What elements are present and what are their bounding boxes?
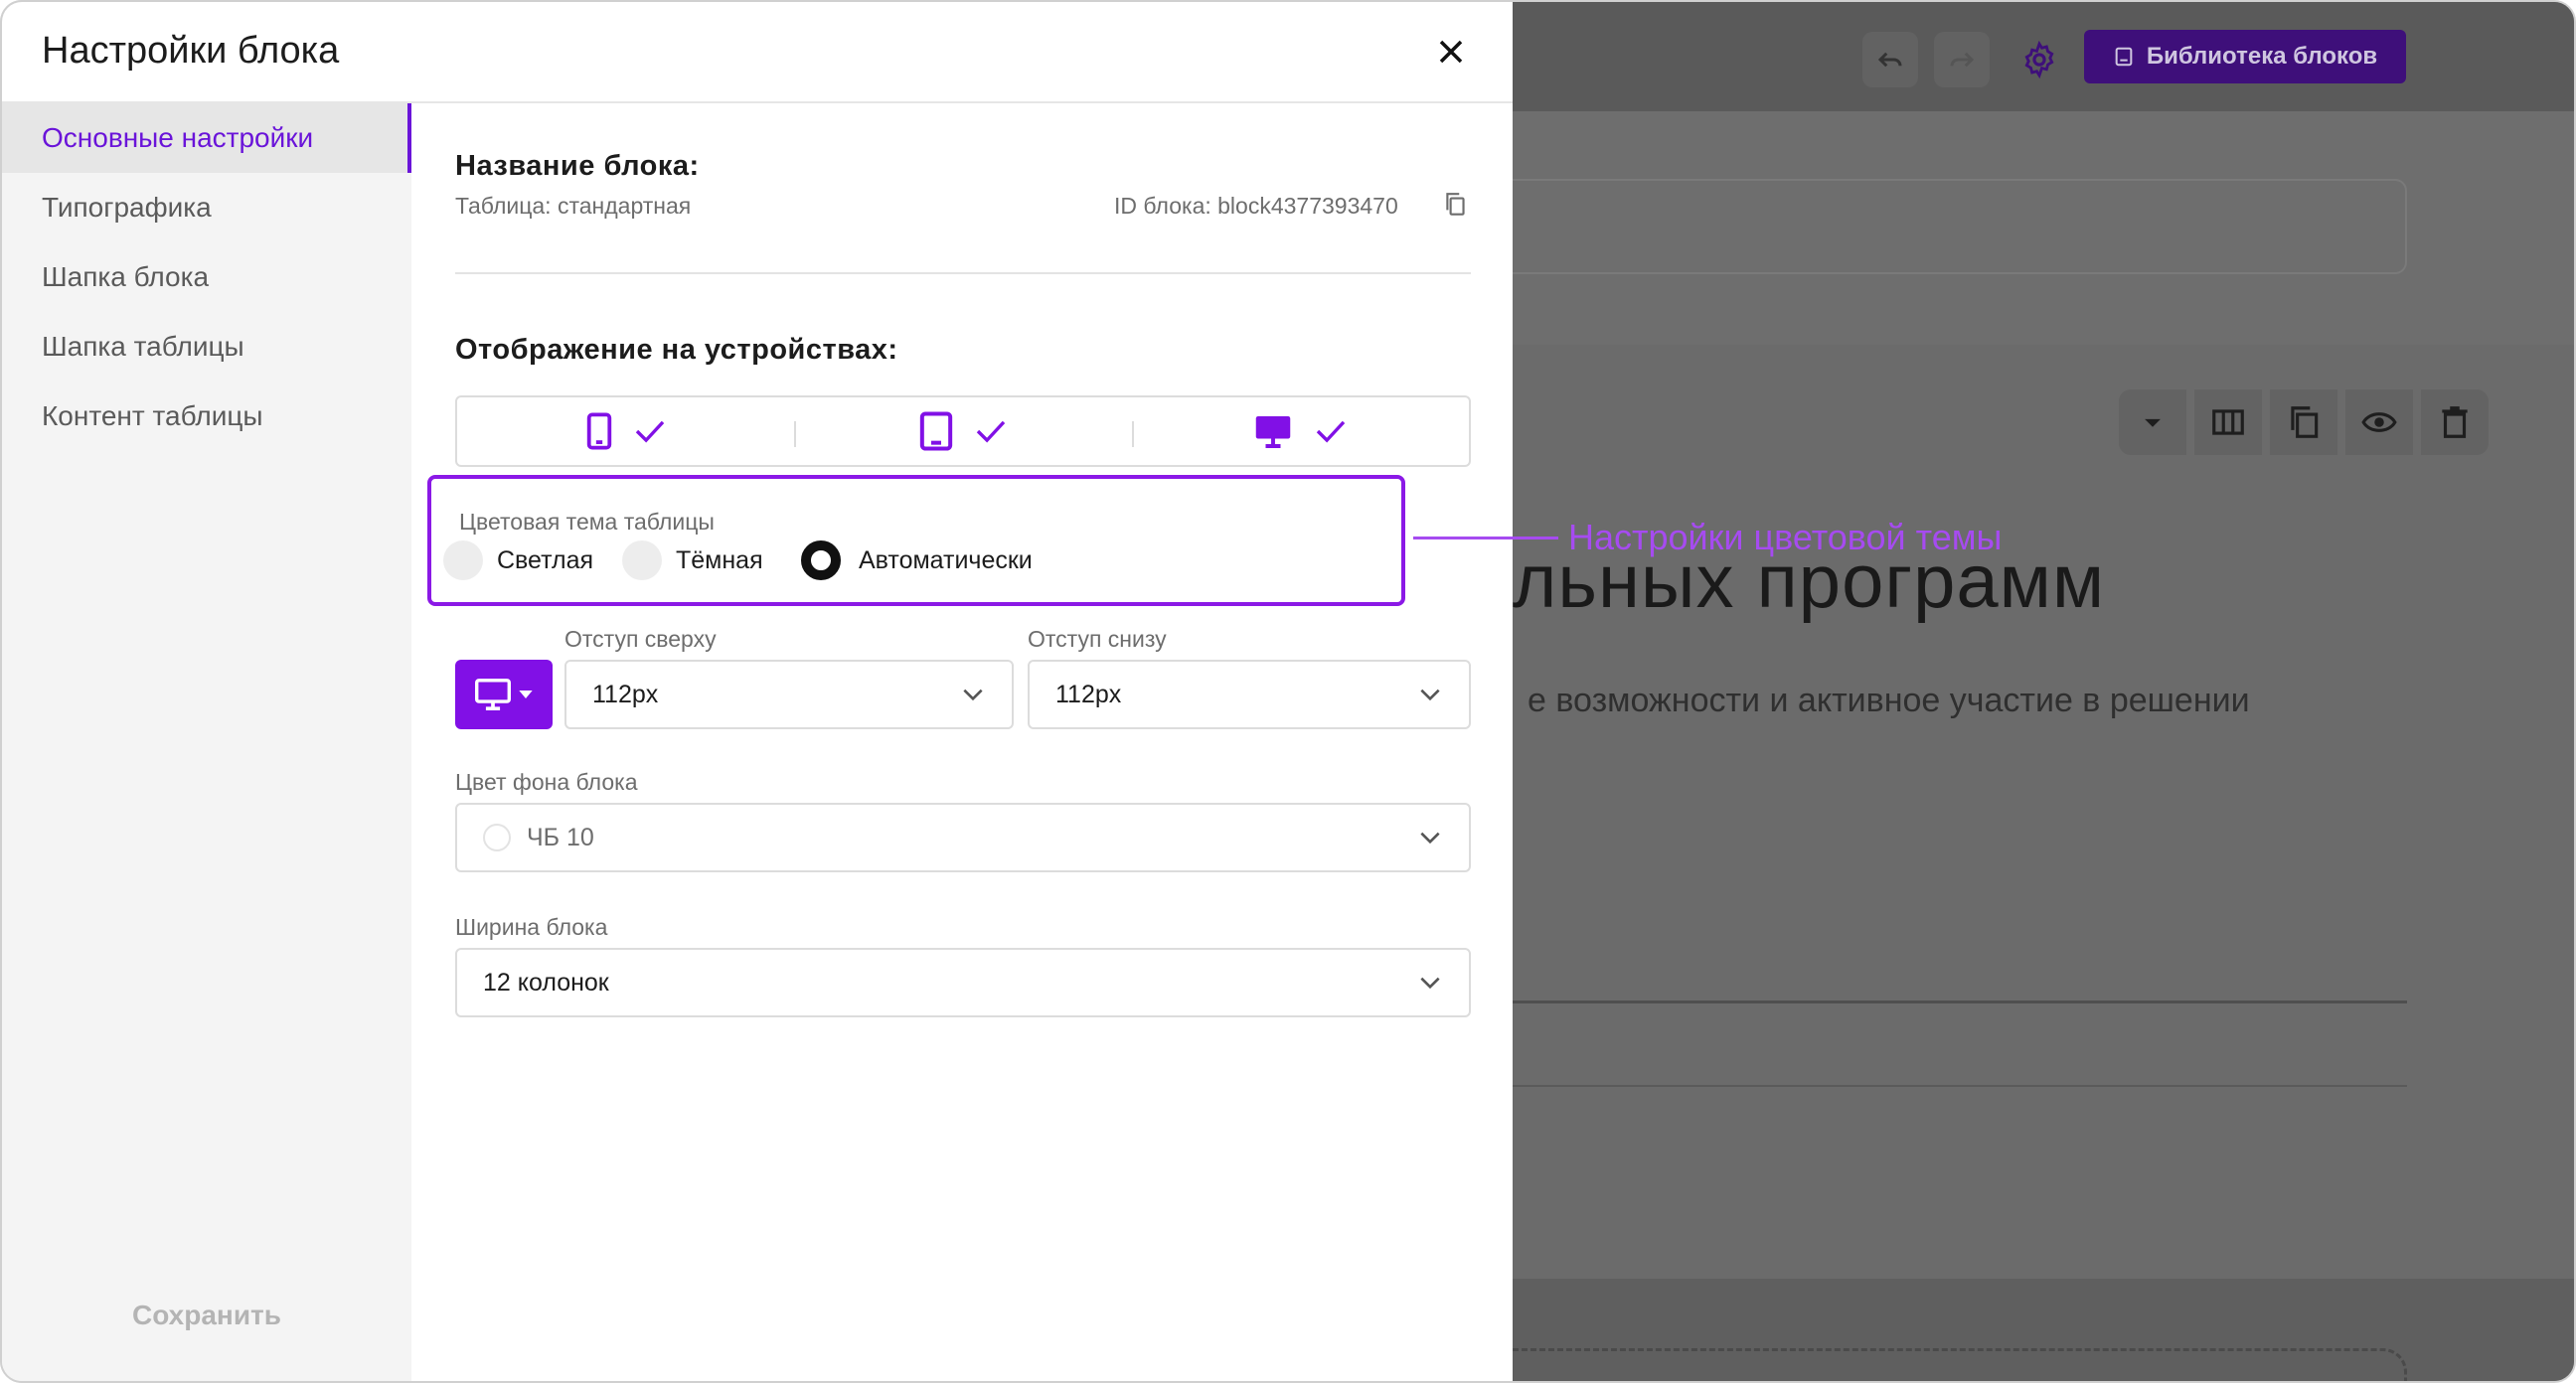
divider <box>1513 1085 2407 1087</box>
modal-header: Настройки блока <box>2 2 1513 103</box>
sidebar-item-table-content[interactable]: Контент таблицы <box>2 382 411 451</box>
copy-id-icon[interactable] <box>1443 191 1471 221</box>
color-theme-highlight: Цветовая тема таблицы Светлая Тёмная Авт… <box>427 475 1405 606</box>
add-block-dropzone[interactable] <box>1513 1348 2407 1381</box>
save-button[interactable]: Сохранить <box>2 1286 411 1345</box>
tablet-icon <box>919 411 953 451</box>
device-toggle-tablet[interactable] <box>794 397 1131 465</box>
color-theme-label: Цветовая тема таблицы <box>459 509 715 535</box>
padding-bottom-value: 112px <box>1055 680 1122 708</box>
block-settings-modal: Настройки блока Основные настройки Типог… <box>0 0 1513 1383</box>
block-width-value: 12 колонок <box>483 968 609 997</box>
radio-circle-selected <box>801 540 841 580</box>
padding-bottom-select[interactable]: 112px <box>1028 660 1471 729</box>
padding-top-select[interactable]: 112px <box>564 660 1014 729</box>
block-width-select[interactable]: 12 колонок <box>455 948 1471 1017</box>
bg-color-select[interactable]: ЧБ 10 <box>455 803 1471 872</box>
caret-down-icon <box>519 691 533 698</box>
devices-title: Отображение на устройствах: <box>455 334 898 366</box>
chevron-down-icon <box>963 689 983 701</box>
radio-circle <box>622 540 662 580</box>
divider <box>455 272 1471 274</box>
block-library-button[interactable]: Библиотека блоков <box>2084 30 2406 83</box>
chevron-down-icon <box>1420 689 1440 701</box>
eye-icon[interactable] <box>2345 389 2413 455</box>
theme-radio-label: Светлая <box>497 545 594 574</box>
bg-color-value: ЧБ 10 <box>527 823 594 851</box>
undo-icon[interactable] <box>1862 32 1918 87</box>
columns-icon[interactable] <box>2194 389 2262 455</box>
modal-title: Настройки блока <box>42 30 340 72</box>
radio-circle <box>443 540 483 580</box>
device-toggle-phone[interactable] <box>457 397 794 465</box>
block-subtitle-fragment: е возможности и активное участие в решен… <box>1528 682 2250 719</box>
sidebar-item-block-header[interactable]: Шапка блока <box>2 242 411 312</box>
theme-radio-light[interactable]: Светлая <box>443 540 593 580</box>
block-width-label: Ширина блока <box>455 914 608 940</box>
device-switch-button[interactable] <box>455 660 553 729</box>
sidebar-item-table-header[interactable]: Шапка таблицы <box>2 312 411 382</box>
block-id-text: ID блока: block4377393470 <box>1114 193 1398 219</box>
annotation-label: Настройки цветовой темы <box>1568 517 2003 557</box>
padding-top-label: Отступ сверху <box>564 626 717 652</box>
editor-block-area <box>1513 345 2574 1284</box>
sidebar-item-main-settings[interactable]: Основные настройки <box>2 103 411 173</box>
theme-radio-label: Автоматически <box>859 545 1033 574</box>
bg-color-label: Цвет фона блока <box>455 769 638 795</box>
theme-radio-label: Тёмная <box>676 545 763 574</box>
desktop-icon <box>475 679 511 711</box>
check-icon <box>1317 420 1346 443</box>
trash-icon[interactable] <box>2421 389 2489 455</box>
duplicate-icon[interactable] <box>2270 389 2337 455</box>
settings-content: Название блока: Таблица: стандартная ID … <box>411 103 1513 1381</box>
redo-icon[interactable] <box>1934 32 1990 87</box>
sidebar-item-typography[interactable]: Типографика <box>2 173 411 242</box>
device-visibility-group <box>455 395 1471 467</box>
library-icon <box>2115 47 2133 67</box>
phone-icon <box>586 412 611 450</box>
padding-bottom-label: Отступ снизу <box>1028 626 1167 652</box>
editor-input-area <box>1513 179 2407 274</box>
theme-radio-dark[interactable]: Тёмная <box>622 540 763 580</box>
settings-sidebar: Основные настройки Типографика Шапка бло… <box>2 103 411 1381</box>
annotation-line <box>1413 537 1558 539</box>
theme-radio-auto[interactable]: Автоматически <box>801 540 1033 580</box>
dropdown-tool-icon[interactable] <box>2119 389 2186 455</box>
chevron-down-icon <box>1420 832 1440 845</box>
close-icon <box>1439 40 1463 64</box>
padding-top-value: 112px <box>592 680 659 708</box>
chevron-down-icon <box>1420 977 1440 990</box>
block-name-title: Название блока: <box>455 150 700 182</box>
desktop-icon <box>1256 416 1291 448</box>
close-button[interactable] <box>1427 28 1475 76</box>
color-swatch <box>483 824 511 851</box>
check-icon <box>635 420 664 443</box>
check-icon <box>976 420 1006 443</box>
divider <box>1513 1000 2407 1003</box>
device-toggle-desktop[interactable] <box>1131 397 1469 465</box>
block-name-value: Таблица: стандартная <box>455 193 692 219</box>
gear-icon[interactable] <box>2012 32 2067 87</box>
block-library-label: Библиотека блоков <box>2146 43 2378 70</box>
